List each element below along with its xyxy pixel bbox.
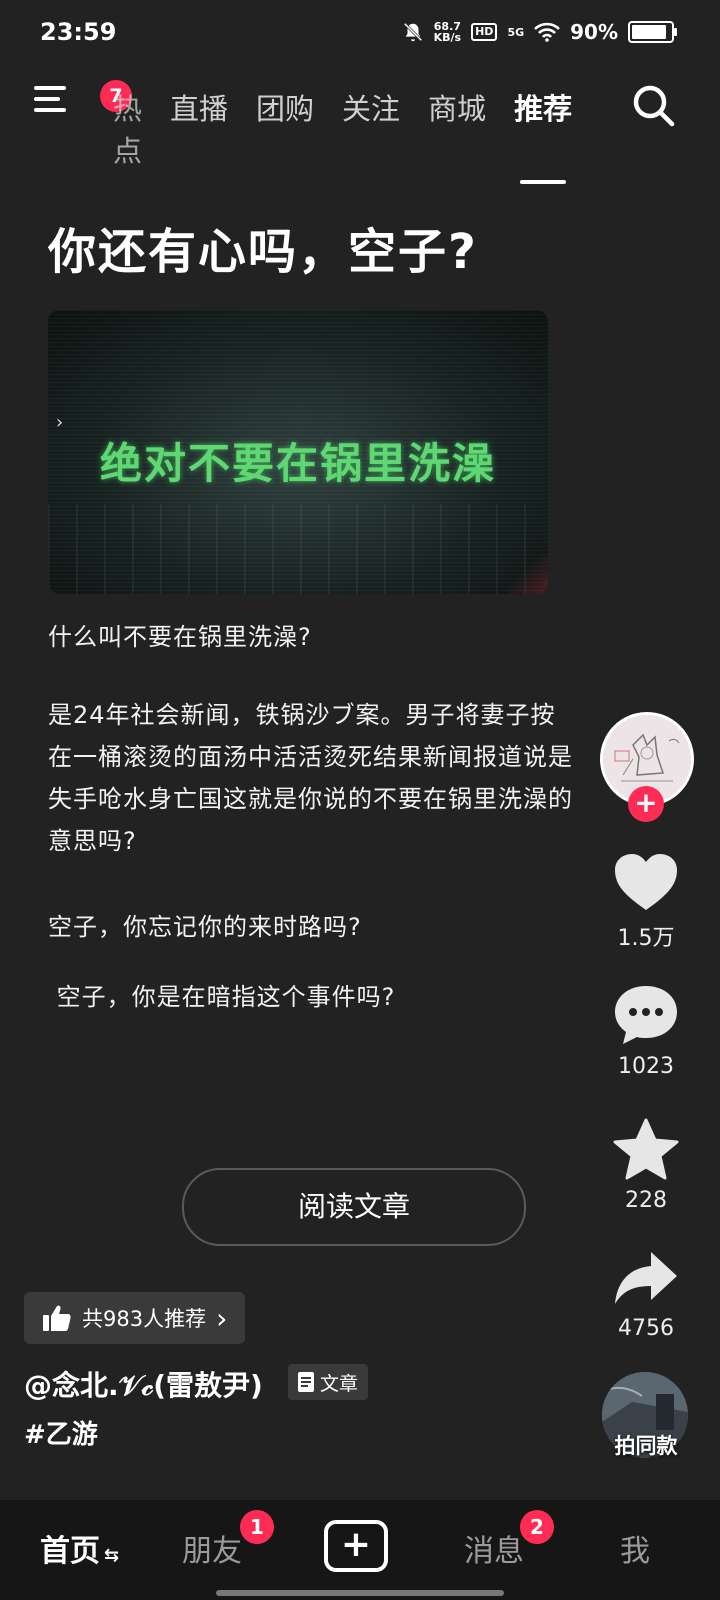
tab-group-buy[interactable]: 团购	[256, 86, 314, 170]
favorite-count: 228	[625, 1188, 667, 1213]
thumbs-up-icon	[43, 1305, 71, 1331]
bottom-nav: 首页 ⇆ 朋友 1 + 消息 2 我	[0, 1500, 720, 1600]
article-paragraph: 空子，你是在暗指这个事件吗?	[48, 983, 396, 1011]
share-arrow-icon	[615, 1252, 677, 1304]
tab-recommend[interactable]: 推荐	[514, 86, 572, 184]
tab-following[interactable]: 关注	[342, 86, 400, 170]
article-type-label: 文章	[320, 1372, 359, 1395]
article-cover-image[interactable]: › 绝对不要在锅里洗澡	[48, 310, 548, 594]
menu-line	[34, 108, 66, 112]
battery-percent: 90%	[570, 20, 618, 44]
article-title: 你还有心吗，空子?	[48, 224, 478, 280]
status-bar: 23:59 68.7 KB/s HD 5G 90%	[0, 0, 720, 72]
article-paragraph: 什么叫不要在锅里洗澡?	[48, 623, 312, 651]
video-feed-screen: 23:59 68.7 KB/s HD 5G 90% 7 热点 直播 团购 关注 …	[0, 0, 720, 1500]
hashtag[interactable]: #乙游	[24, 1414, 98, 1451]
net-speed: 68.7 KB/s	[433, 20, 462, 44]
top-nav: 7 热点 直播 团购 关注 商城 推荐	[0, 72, 720, 184]
recommend-chip[interactable]: 共983人推荐 ›	[24, 1292, 246, 1344]
nav-friends[interactable]: 朋友	[182, 1526, 242, 1570]
menu-line	[34, 86, 66, 90]
tab-live[interactable]: 直播	[170, 86, 228, 170]
battery-level	[632, 25, 667, 39]
search-icon[interactable]	[630, 82, 676, 128]
chevron-right-icon: ›	[216, 1301, 228, 1335]
status-icons: 68.7 KB/s HD 5G 90%	[402, 20, 677, 44]
author-name[interactable]: @念北.𝒱𝒸(雷敖尹)	[24, 1364, 263, 1404]
nav-me[interactable]: 我	[620, 1526, 650, 1570]
comment-count: 1023	[618, 1054, 674, 1079]
nav-home[interactable]: 首页 ⇆	[40, 1526, 119, 1570]
comment-button[interactable]: 1023	[600, 984, 692, 1079]
wifi-icon	[534, 22, 561, 42]
read-article-button[interactable]: 阅读文章	[182, 1168, 526, 1246]
article-type-tag: 文章	[288, 1364, 369, 1400]
battery-icon	[628, 21, 677, 43]
feed-tabs: 热点 直播 团购 关注 商城 推荐	[96, 86, 572, 184]
comment-icon	[615, 986, 677, 1044]
menu-line	[34, 97, 60, 101]
same-style-label[interactable]: 拍同款	[600, 1430, 692, 1460]
share-button[interactable]: 4756	[600, 1248, 692, 1341]
mute-bell-icon	[403, 22, 422, 42]
swap-icon: ⇆	[104, 1545, 120, 1566]
create-button[interactable]: +	[324, 1520, 388, 1572]
share-count: 4756	[618, 1316, 674, 1341]
menu-button[interactable]: 7	[34, 80, 132, 126]
follow-button[interactable]: +	[628, 786, 664, 822]
document-icon	[298, 1372, 314, 1392]
article-paragraph: 空子，你忘记你的来时路吗?	[48, 913, 362, 941]
nav-home-label: 首页	[40, 1534, 100, 1569]
tab-mall[interactable]: 商城	[428, 86, 486, 170]
article-paragraph: 是24年社会新闻，铁锅沙ブ案。男子将妻子按在一桶滚烫的面汤中活活烫死结果新闻报道…	[48, 701, 573, 855]
nav-messages[interactable]: 消息	[464, 1526, 524, 1570]
star-icon	[613, 1118, 679, 1180]
like-count: 1.5万	[617, 926, 675, 951]
tab-hot[interactable]: 热点	[96, 86, 142, 170]
heart-icon	[615, 854, 677, 910]
home-indicator[interactable]	[216, 1590, 504, 1596]
clock: 23:59	[40, 18, 117, 46]
cover-edge-tint	[508, 554, 548, 594]
hd-badge: HD	[471, 23, 498, 41]
friends-badge: 1	[240, 1510, 274, 1544]
favorite-button[interactable]: 228	[600, 1118, 692, 1213]
recommend-count: 共983人推荐	[82, 1307, 207, 1331]
cover-text: 绝对不要在锅里洗澡	[99, 439, 496, 488]
like-button[interactable]: 1.5万	[600, 852, 692, 952]
network-type: 5G	[507, 25, 525, 39]
messages-badge: 2	[520, 1510, 554, 1544]
